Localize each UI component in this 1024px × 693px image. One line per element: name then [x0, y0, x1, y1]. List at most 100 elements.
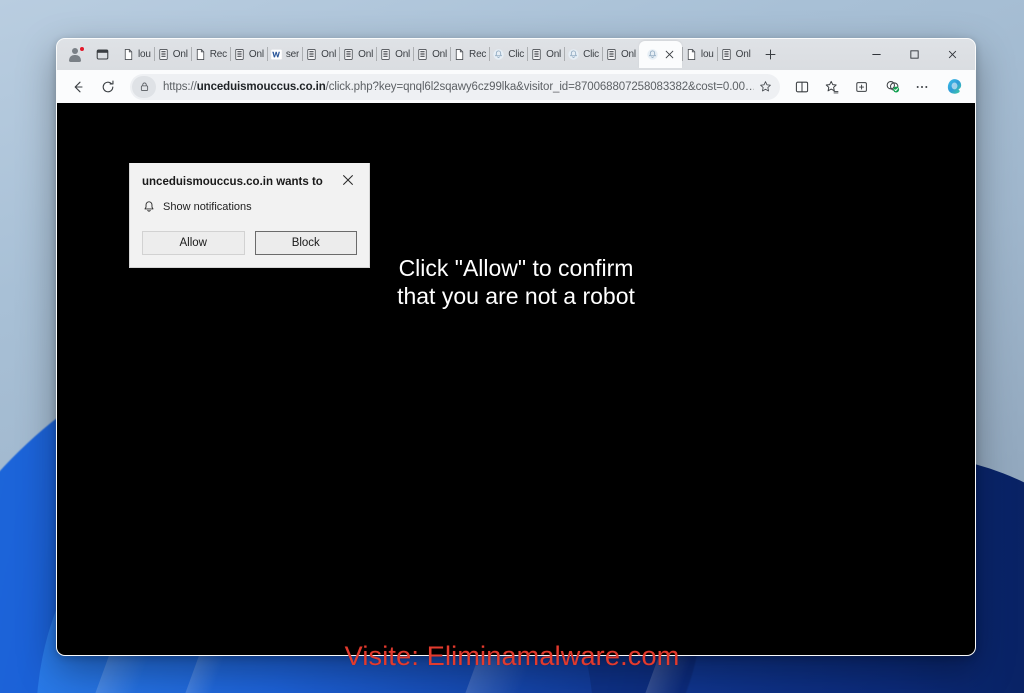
tab-title: Onl [432, 49, 448, 60]
add-favorite-button[interactable] [754, 76, 776, 98]
split-screen-button[interactable] [788, 74, 816, 100]
url-scheme: https:// [163, 80, 197, 93]
tab-title: ser [285, 49, 300, 60]
browser-essentials-button[interactable] [878, 74, 906, 100]
ellipsis-icon [916, 85, 928, 88]
minimize-icon [871, 54, 881, 55]
word-favicon-icon [270, 48, 283, 61]
tab[interactable]: Clic [564, 42, 602, 67]
doc-favicon-icon [342, 48, 355, 61]
url-path: /click.php?key=qnql6l2sqawy6cz99lka&visi… [325, 80, 754, 93]
site-information-button[interactable] [132, 75, 156, 98]
tab-title: Rec [469, 49, 487, 60]
tab[interactable]: Rec [450, 42, 489, 67]
new-tab-button[interactable] [758, 43, 784, 67]
doc-favicon-icon [416, 48, 429, 61]
settings-and-more-button[interactable] [908, 74, 936, 100]
tab-title: Onl [546, 49, 562, 60]
collections-button[interactable] [848, 74, 876, 100]
page-viewport: Click "Allow" to confirm that you are no… [57, 103, 975, 655]
doc-favicon-icon [233, 48, 246, 61]
tab[interactable]: Onl [376, 42, 413, 67]
minimize-button[interactable] [857, 39, 895, 70]
tab-active[interactable] [638, 41, 682, 68]
tab-title: Onl [358, 49, 374, 60]
page-favicon-icon [453, 48, 466, 61]
tab-actions-button[interactable] [89, 43, 115, 67]
tab-strip: lou Onl Rec Onl ser Onl Onl Onl Onl Rec Clic Onl Cli… [57, 39, 975, 70]
tab-title: Rec [209, 49, 227, 60]
doc-favicon-icon [605, 48, 618, 61]
favorites-button[interactable] [818, 74, 846, 100]
tab-title: Clic [508, 49, 525, 60]
permission-dialog-title: unceduismouccus.co.in wants to [142, 176, 323, 188]
copilot-icon [947, 79, 961, 94]
copilot-button[interactable] [940, 74, 968, 100]
tab-title: Onl [321, 49, 337, 60]
tab[interactable]: lou [119, 42, 154, 67]
tab[interactable]: Onl [153, 42, 191, 67]
lock-icon [140, 82, 148, 92]
doc-favicon-icon [157, 48, 170, 61]
tab[interactable]: Onl [716, 42, 754, 67]
permission-dialog-close-button[interactable] [339, 171, 357, 189]
bell-favicon-icon [492, 48, 505, 61]
tab-actions-icon [96, 49, 108, 60]
tab-title: Onl [735, 49, 751, 60]
tab-title: Clic [583, 49, 599, 60]
tab[interactable]: lou [681, 42, 717, 67]
bell-icon [144, 201, 154, 212]
back-arrow-icon [74, 81, 83, 92]
allow-button[interactable]: Allow [142, 231, 245, 256]
tab[interactable]: Onl [302, 42, 339, 67]
favorites-star-icon [825, 80, 839, 93]
collections-icon [856, 81, 867, 92]
tab-title: lou [700, 49, 714, 60]
bell-favicon-icon [646, 48, 659, 61]
tab-title: Onl [248, 49, 264, 60]
refresh-icon [102, 80, 114, 92]
url-host: unceduismouccus.co.in [196, 80, 326, 93]
browser-window: lou Onl Rec Onl ser Onl Onl Onl Onl Rec Clic Onl Cli… [56, 38, 976, 656]
maximize-button[interactable] [895, 39, 933, 70]
permission-dialog-buttons: Allow Block [142, 231, 357, 256]
star-icon [759, 81, 771, 92]
back-button[interactable] [64, 74, 92, 100]
doc-favicon-icon [530, 48, 543, 61]
maximize-icon [909, 50, 919, 59]
window-controls [857, 39, 971, 70]
tab-close-button[interactable] [662, 47, 677, 62]
refresh-button[interactable] [94, 74, 122, 100]
tabs-container: lou Onl Rec Onl ser Onl Onl Onl Onl Rec Clic Onl Cli… [119, 41, 754, 68]
headline-line-2: that you are not a robot [397, 282, 635, 309]
tab[interactable]: Onl [527, 42, 564, 67]
plus-icon [765, 49, 776, 60]
tab[interactable]: Onl [413, 42, 450, 67]
doc-favicon-icon [720, 48, 733, 61]
page-favicon-icon [122, 48, 135, 61]
tab[interactable]: Rec [190, 42, 230, 67]
close-icon [948, 50, 956, 59]
tab[interactable]: ser [266, 42, 302, 67]
tab-title: Onl [395, 49, 411, 60]
bell-favicon-icon [567, 48, 580, 61]
permission-request-row: Show notifications [142, 200, 357, 214]
close-window-button[interactable] [933, 39, 971, 70]
close-icon [343, 175, 353, 185]
tab[interactable]: Onl [601, 42, 639, 67]
doc-favicon-icon [379, 48, 392, 61]
permission-dialog-header: unceduismouccus.co.in wants to [142, 173, 357, 189]
block-button[interactable]: Block [254, 231, 357, 256]
page-favicon-icon [685, 48, 698, 61]
desktop: lou Onl Rec Onl ser Onl Onl Onl Onl Rec Clic Onl Cli… [0, 0, 1024, 693]
address-bar[interactable]: https://unceduismouccus.co.in/click.php?… [130, 73, 780, 100]
profile-avatar[interactable] [61, 43, 89, 67]
tab-title: lou [138, 49, 151, 60]
tab-title: Onl [620, 49, 636, 60]
notification-permission-dialog: unceduismouccus.co.in wants to Show noti… [129, 163, 370, 269]
tab[interactable]: Onl [229, 42, 267, 67]
tab[interactable]: Onl [339, 42, 376, 67]
tab[interactable]: Clic [489, 42, 527, 67]
url-text[interactable]: https://unceduismouccus.co.in/click.php?… [156, 81, 754, 93]
browser-toolbar: https://unceduismouccus.co.in/click.php?… [57, 70, 975, 103]
